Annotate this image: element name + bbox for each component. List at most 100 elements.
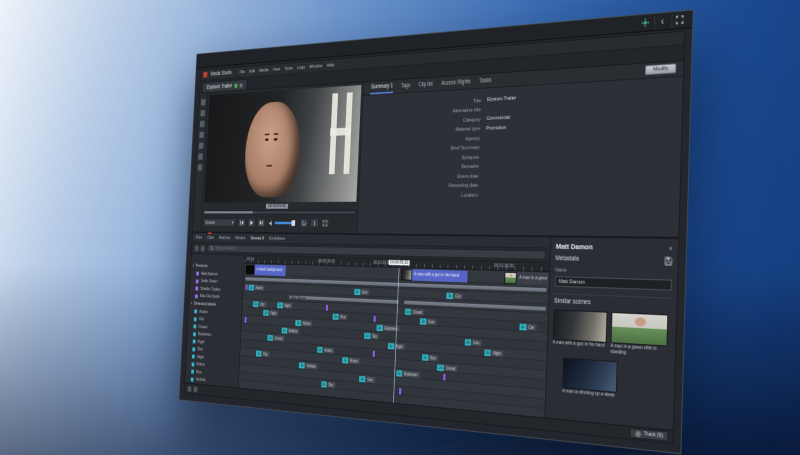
similar-scene-item[interactable]: A man is climbing up a steep — [562, 357, 618, 399]
tab-tasks[interactable]: Tasks — [478, 75, 492, 88]
tab-tags[interactable]: Tags — [400, 80, 411, 92]
timeline-tag-clip[interactable]: 1sCar — [519, 323, 536, 331]
filter-icon[interactable] — [195, 245, 199, 251]
chevron-down-icon: ▾ — [232, 221, 234, 226]
similar-scene-item[interactable]: A man with a gun in his hand — [552, 309, 607, 355]
timeline-tag-clip[interactable]: 2sGun — [359, 375, 375, 382]
timeline-tab-movies[interactable]: Movies — [235, 236, 245, 241]
grid-view-icon[interactable] — [187, 386, 191, 392]
timeline-tag-clip[interactable]: 3sNight — [484, 349, 503, 357]
timeline-tag-clip[interactable]: 1sSky — [321, 381, 335, 388]
timeline-tag-clip[interactable]: 1sVehicle — [281, 327, 299, 334]
timeline-scene-clip[interactable]: a black background — [245, 264, 286, 276]
timeline-tab-clips[interactable]: Clips — [207, 235, 214, 240]
timeline-tag-clip[interactable]: 1sGun — [354, 288, 370, 295]
field-value-recording-date[interactable] — [484, 180, 668, 189]
timeline-tag-clip[interactable]: 2sSky — [364, 332, 379, 339]
track-count-button[interactable]: Track (9) — [630, 428, 668, 442]
timeline-tag-clip[interactable]: 2sNight — [277, 302, 293, 309]
timeline-scene-clip[interactable]: A man in a green shirt — [504, 271, 548, 285]
close-icon[interactable]: × — [669, 244, 673, 253]
timeline-marker[interactable] — [374, 315, 376, 321]
menu-window[interactable]: Window — [309, 63, 322, 69]
save-icon[interactable] — [664, 257, 672, 266]
timeline-tag-clip[interactable]: 1sExplosion — [396, 370, 420, 378]
timeline-tag-clip[interactable]: 2sFight — [263, 309, 278, 316]
timeline-tab-files[interactable]: Files — [196, 235, 203, 240]
timeline-tag-clip[interactable]: 2sCrowd — [267, 334, 284, 341]
timeline-range-bar[interactable] — [245, 276, 548, 292]
timeline-tab-scenes-9[interactable]: Scenes 9 — [250, 236, 264, 241]
ruler-tick — [278, 260, 279, 263]
timeline-tab-keyframes[interactable]: Keyframes — [269, 236, 285, 241]
cut-icon[interactable] — [199, 132, 204, 138]
timeline-marker[interactable] — [399, 388, 401, 394]
import-icon[interactable] — [200, 110, 205, 116]
volume-slider[interactable] — [275, 222, 298, 225]
info-button[interactable] — [310, 219, 318, 228]
timeline-tag-clip[interactable]: 1sCity — [256, 350, 270, 357]
expand-icon[interactable] — [671, 12, 687, 27]
volume-control[interactable] — [269, 220, 298, 227]
fullscreen-button[interactable] — [321, 219, 330, 228]
field-value-synopsis[interactable] — [485, 149, 669, 160]
source-dropdown[interactable]: Source ▾ — [203, 218, 236, 227]
video-frame[interactable] — [204, 85, 361, 202]
timeline-tag-clip[interactable]: 3sRobot — [296, 320, 313, 327]
tab-access-rights[interactable]: Access Rights — [440, 76, 471, 89]
chevron-left-icon[interactable]: ‹ — [654, 14, 670, 29]
cast-icon[interactable] — [637, 15, 653, 30]
timeline-marker[interactable] — [245, 284, 247, 290]
status-dot-gray — [239, 83, 242, 87]
modify-button[interactable]: Modify — [645, 63, 676, 75]
track-color-swatch — [196, 279, 199, 283]
timeline-tag-clip[interactable]: 2sGun — [420, 318, 437, 325]
tag-icon[interactable] — [199, 143, 204, 149]
project-icon[interactable] — [201, 99, 206, 105]
layers-icon[interactable] — [198, 153, 203, 159]
timeline-range-bar[interactable]: Matt Damon — [288, 295, 399, 305]
step-back-button[interactable] — [238, 219, 246, 228]
export-icon[interactable] — [200, 121, 205, 127]
timeline-tag-clip[interactable]: 2sAction — [249, 284, 265, 290]
field-value-event-date[interactable] — [484, 170, 668, 180]
timeline-tag-clip[interactable]: 1sCrowd — [405, 308, 424, 315]
timeline-tag-clip[interactable]: 3sCity — [447, 292, 463, 299]
timeline-scene-clip[interactable]: A man with a gun in his hand — [401, 268, 468, 282]
timeline-range-bar[interactable] — [404, 300, 547, 312]
menu-edit[interactable]: Edit — [249, 69, 255, 74]
field-value-location[interactable] — [483, 190, 667, 198]
timeline-tag-clip[interactable]: 2sCrowd — [437, 364, 457, 372]
timeline-marker[interactable] — [326, 304, 328, 310]
timeline-tag-clip[interactable]: 4sCity — [253, 301, 267, 307]
timeline-tag-clip[interactable]: 2sAction — [317, 346, 335, 353]
timeline-tag-clip[interactable]: 5sRun — [333, 313, 348, 320]
similar-scene-item[interactable]: A man in a green shirt is standing — [610, 312, 668, 359]
tab-summary-1[interactable]: Summary 1 — [370, 80, 394, 94]
play-button[interactable] — [247, 219, 255, 228]
person-name-input[interactable] — [555, 276, 672, 291]
loop-button[interactable] — [300, 219, 308, 228]
menu-media[interactable]: Media — [259, 68, 269, 74]
timeline-tag-clip[interactable]: 1sRun — [422, 354, 439, 361]
timeline-marker[interactable] — [373, 350, 375, 356]
step-forward-button[interactable] — [257, 219, 265, 228]
menu-help[interactable]: Help — [327, 62, 335, 68]
timeline-tag-clip[interactable]: 2sRobot — [342, 357, 360, 364]
timeline-marker[interactable] — [443, 373, 445, 380]
timeline-tab-batches[interactable]: Batches — [219, 235, 230, 240]
menu-view[interactable]: View — [273, 67, 281, 72]
player-progress-bar[interactable] — [204, 210, 356, 214]
timeline-tag-clip[interactable]: 3sVehicle — [299, 362, 318, 369]
settings-icon[interactable] — [198, 164, 203, 170]
timeline-marker[interactable] — [245, 317, 247, 323]
timeline-tag-clip[interactable]: 2sGun — [464, 338, 481, 346]
field-label-remarks: Remarks — [360, 164, 479, 172]
field-value-remarks[interactable] — [484, 159, 668, 170]
sort-icon[interactable] — [201, 245, 205, 251]
tab-clip-list[interactable]: Clip list — [418, 79, 434, 91]
menu-file[interactable]: File — [240, 69, 246, 74]
menu-tools[interactable]: Tools — [284, 66, 293, 71]
menu-logs[interactable]: Logs — [297, 65, 305, 70]
list-view-icon[interactable] — [193, 386, 197, 392]
